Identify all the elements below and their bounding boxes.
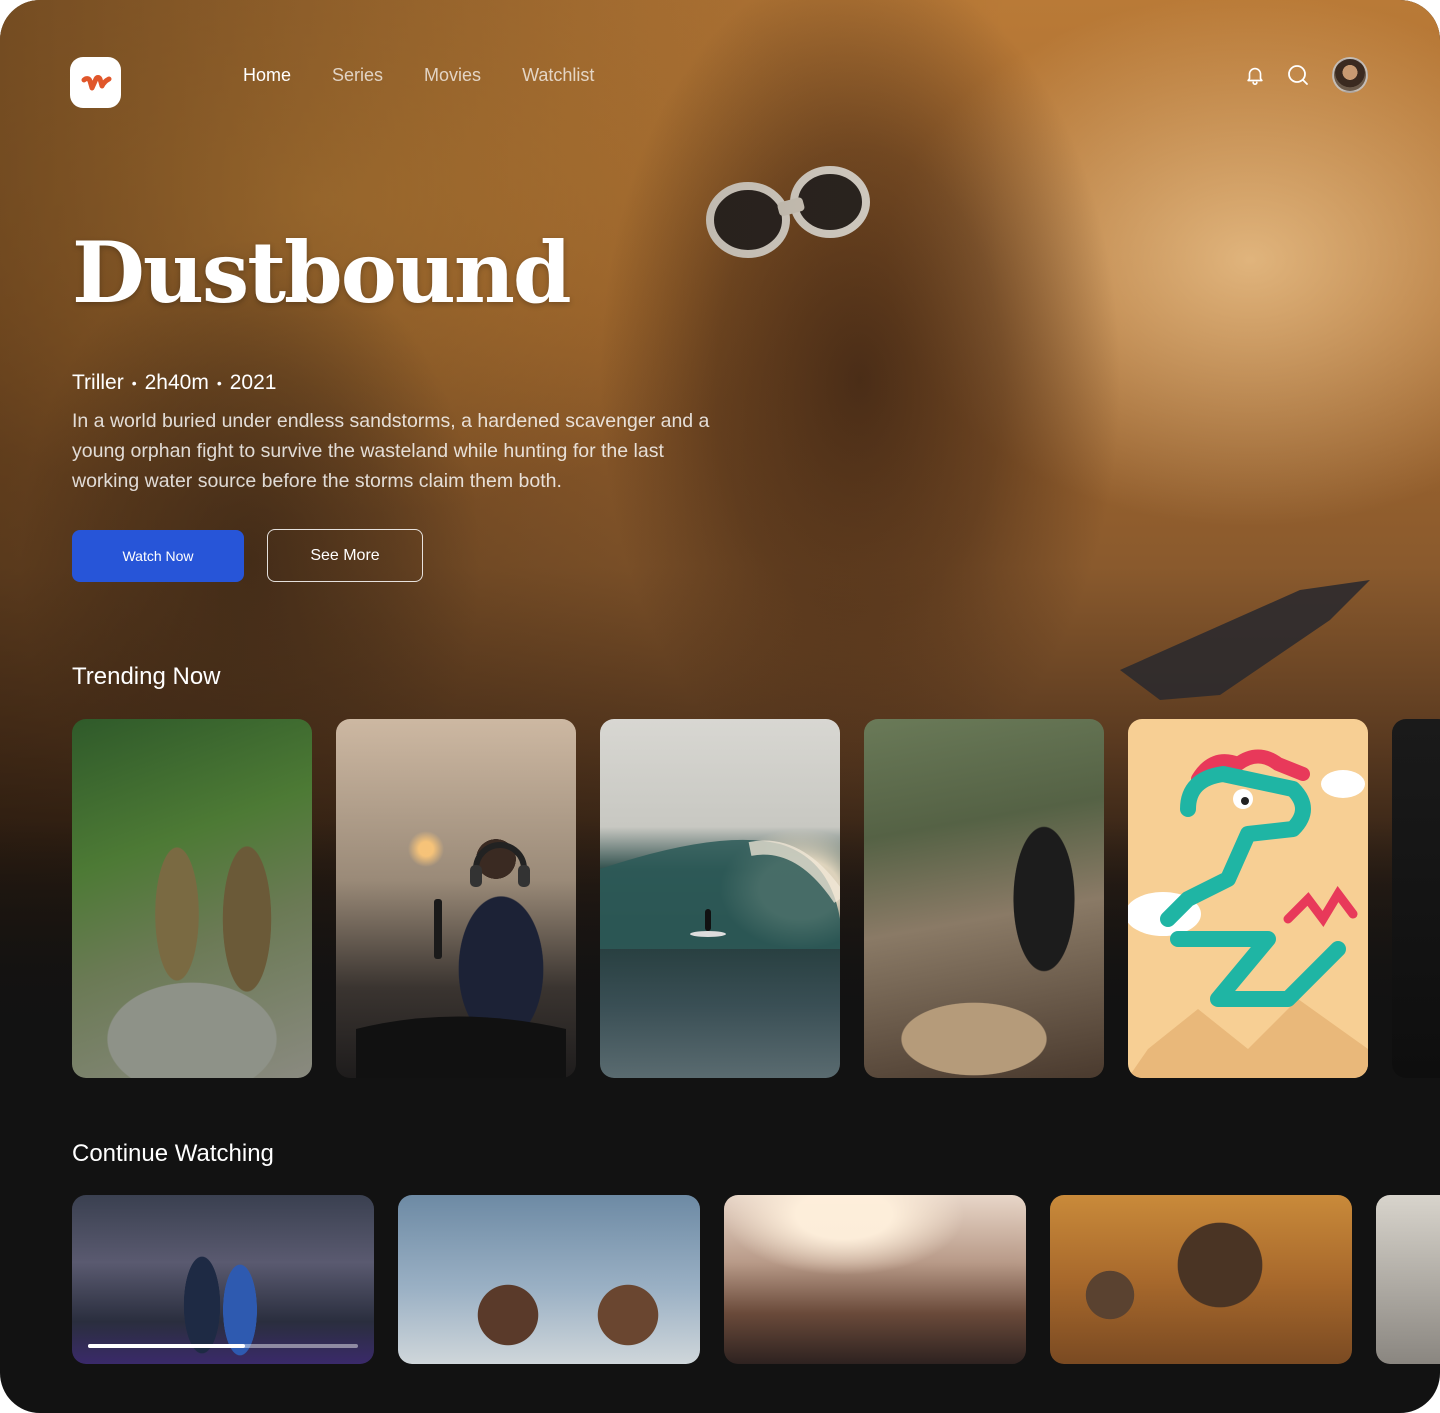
- app-logo[interactable]: [70, 57, 121, 108]
- trending-card-jungle-explorers[interactable]: [72, 719, 312, 1078]
- headphones-graphic: [356, 842, 566, 1078]
- continue-card-dustbound[interactable]: [1050, 1195, 1352, 1364]
- main-nav: Home Series Movies Watchlist: [243, 62, 594, 88]
- dragon-illustration: [1128, 749, 1368, 1078]
- continue-card-desert-rider[interactable]: [724, 1195, 1026, 1364]
- meta-separator: •: [131, 375, 137, 391]
- hero-duration: 2h40m: [144, 371, 209, 394]
- bell-icon: [1247, 67, 1263, 85]
- trending-section-title: Trending Now: [72, 663, 221, 690]
- hero-title: Dustbound: [72, 223, 572, 322]
- search-button[interactable]: [1285, 62, 1311, 88]
- search-icon: [1288, 65, 1308, 85]
- continue-card-cowboys[interactable]: [398, 1195, 700, 1364]
- hero-year: 2021: [229, 371, 277, 394]
- trending-card-partial[interactable]: [1392, 719, 1440, 1078]
- watch-progress-bar: [88, 1344, 358, 1348]
- nav-item-home[interactable]: Home: [243, 62, 291, 88]
- trending-card-dragon-cartoon[interactable]: [1128, 719, 1368, 1078]
- trending-card-surfer-wave[interactable]: [600, 719, 840, 1078]
- notifications-button[interactable]: [1242, 62, 1268, 88]
- logo-mark-icon: [81, 74, 111, 90]
- watch-progress-fill: [88, 1344, 245, 1348]
- see-more-button[interactable]: See More: [267, 529, 423, 582]
- nav-item-watchlist[interactable]: Watchlist: [522, 62, 594, 88]
- hero-meta: Triller • 2h40m • 2021: [72, 369, 276, 397]
- continue-watching-section-title: Continue Watching: [72, 1140, 274, 1167]
- continue-card-talk-show[interactable]: [72, 1195, 374, 1364]
- trending-card-cooking-chef[interactable]: [864, 719, 1104, 1078]
- meta-separator: •: [216, 375, 222, 391]
- hero-description: In a world buried under endless sandstor…: [72, 410, 710, 492]
- nav-item-movies[interactable]: Movies: [424, 62, 481, 88]
- surfer-graphic: [600, 839, 840, 949]
- user-avatar[interactable]: [1332, 57, 1368, 93]
- continue-card-partial[interactable]: [1376, 1195, 1440, 1364]
- trending-card-podcast-host[interactable]: [336, 719, 576, 1078]
- app-window: Home Series Movies Watchlist Dustbound T…: [0, 0, 1440, 1413]
- watch-now-button[interactable]: Watch Now: [72, 530, 244, 582]
- nav-item-series[interactable]: Series: [332, 62, 383, 88]
- hero-genre: Triller: [72, 371, 124, 394]
